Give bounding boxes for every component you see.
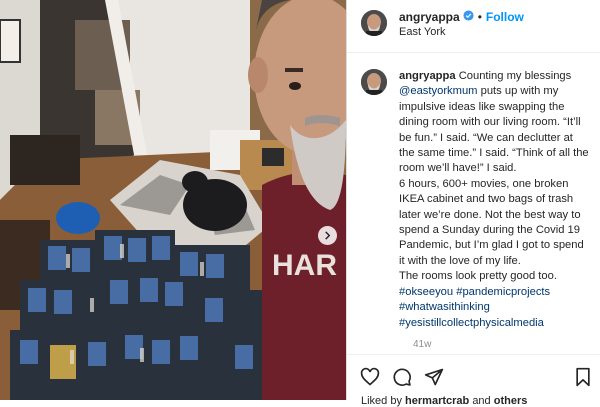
caption-line: The rooms look pretty good too. [399, 270, 557, 283]
carousel-next-button[interactable] [318, 226, 337, 245]
post-actions: Liked by hermartcrab and others [347, 354, 600, 407]
caption-username[interactable]: angryappa [399, 70, 456, 82]
caption-line: @eastyorkmum puts up with my [399, 85, 559, 98]
mention-link[interactable]: @eastyorkmum [399, 85, 478, 97]
author-username[interactable]: angryappa [399, 10, 460, 24]
caption-line: angryappa Counting my blessings [399, 70, 572, 82]
post-photo[interactable]: HAR [0, 0, 346, 400]
caption-line: room we’ll have!” I said. [399, 162, 517, 175]
photo-illustration: HAR [0, 0, 346, 400]
caption-line: it with the love of my life. [399, 254, 521, 267]
separator-dot: • [477, 10, 482, 24]
hashtag-line[interactable]: #yesistillcollectphysicalmedia [399, 316, 599, 331]
caption-line: be fun.” I said. “We can declutter at [399, 131, 573, 144]
caption-line: impulsive ideas like swapping the [399, 100, 565, 113]
caption-line: IKEA cabinet and two bags of trash [399, 193, 574, 206]
post-time[interactable]: 41w [413, 339, 586, 350]
likes-summary: Liked by hermartcrab and others [361, 395, 528, 407]
avatar-image [361, 69, 387, 95]
heart-icon[interactable] [360, 367, 380, 392]
hashtag-line[interactable]: #okseeyou #pandemicprojects [399, 285, 599, 300]
paper-plane-icon[interactable] [424, 367, 444, 392]
post-sidebar: angryappa • Follow East York angryappa C… [346, 0, 600, 407]
comment-icon[interactable] [392, 367, 412, 392]
caption-line: later we’re done. Not the best way to [399, 208, 581, 221]
post-author: angryappa • Follow [399, 10, 524, 24]
avatar[interactable] [361, 10, 387, 36]
chevron-right-icon [325, 231, 331, 240]
follow-button[interactable]: Follow [486, 10, 524, 24]
liked-by-user[interactable]: hermartcrab [405, 395, 469, 407]
hashtag-line[interactable]: #whatwasithinking [399, 300, 599, 315]
post-header: angryappa • Follow East York [347, 0, 600, 53]
liked-others-link[interactable]: others [494, 395, 528, 407]
post-caption: angryappa Counting my blessings @eastyor… [399, 69, 599, 331]
verified-badge-icon [463, 10, 474, 24]
post-location[interactable]: East York [399, 26, 445, 38]
caption-line: spend a Sunday during the Covid 19 [399, 224, 580, 237]
svg-text:HAR: HAR [272, 249, 337, 282]
caption-avatar[interactable] [361, 69, 387, 95]
bookmark-icon[interactable] [573, 367, 593, 392]
caption-line: dining room with our living room. “It’ll [399, 116, 581, 129]
avatar-image [361, 10, 387, 36]
caption-line: the same time.” I said. “Think of all th… [399, 147, 589, 160]
caption-block: angryappa Counting my blessings @eastyor… [347, 53, 600, 350]
caption-line: Pandemic, but I’m glad I got to spend [399, 239, 584, 252]
caption-line: 6 hours, 600+ movies, one broken [399, 177, 569, 190]
